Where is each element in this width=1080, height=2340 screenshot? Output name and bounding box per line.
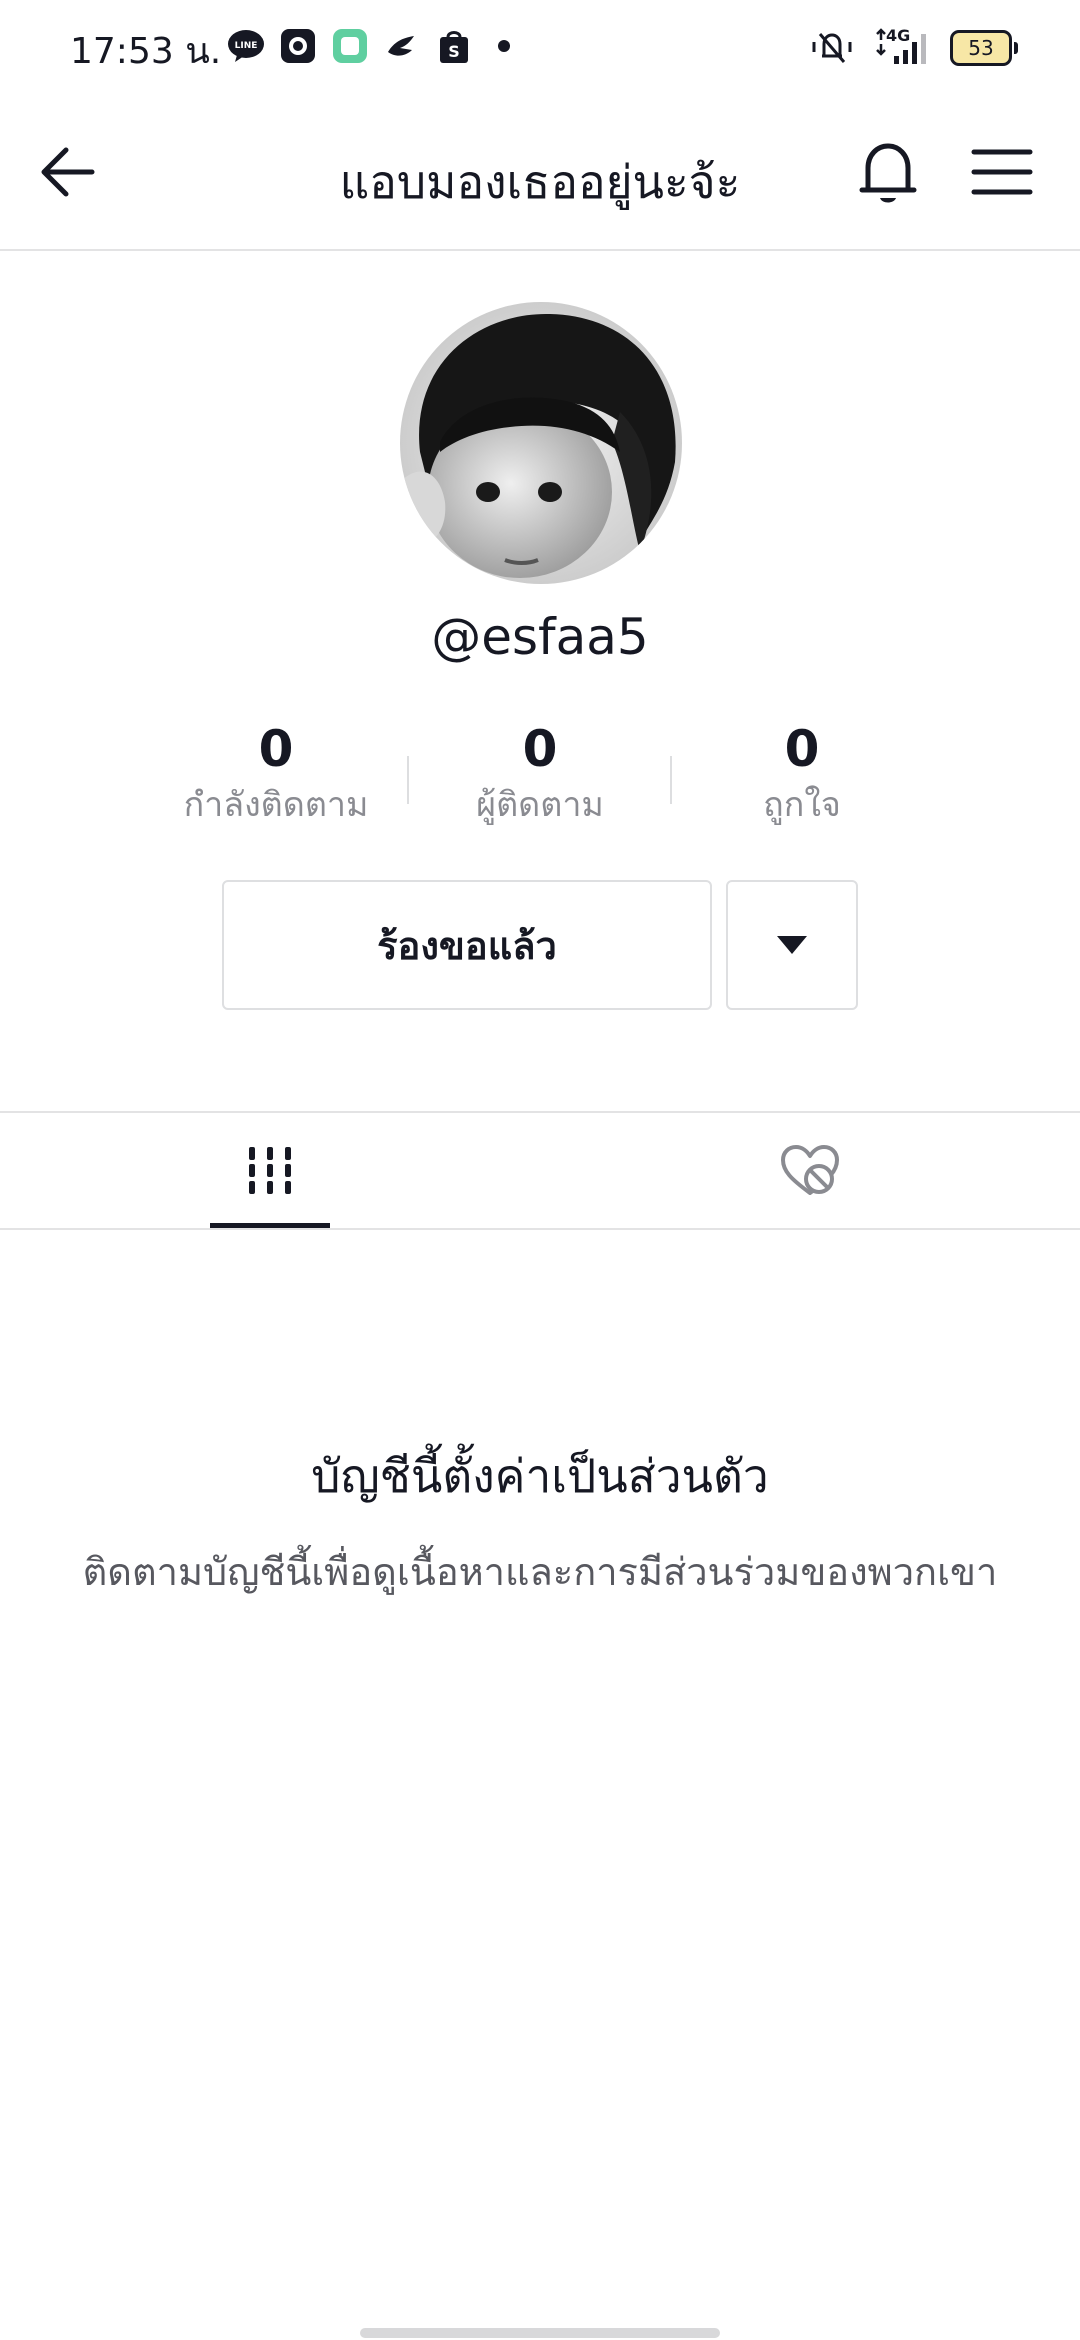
svg-text:LINE: LINE: [235, 41, 258, 51]
stat-divider: [670, 756, 672, 804]
bird-app-icon: [382, 26, 422, 66]
page-title: แอบมองเธออยู่นะจ้ะ: [339, 155, 741, 209]
requested-button[interactable]: ร้องขอแล้ว: [222, 880, 712, 1010]
followers-count: 0: [522, 720, 558, 778]
stat-following[interactable]: 0 กำลังติดตาม: [156, 718, 396, 830]
back-button[interactable]: [36, 140, 100, 204]
line-icon: LINE: [226, 26, 266, 66]
stat-followers[interactable]: 0 ผู้ติดตาม: [420, 718, 660, 830]
following-count: 0: [258, 720, 294, 778]
stat-divider: [407, 756, 409, 804]
svg-text:S: S: [448, 42, 460, 61]
avatar[interactable]: [400, 302, 682, 584]
more-notifications-dot: [498, 40, 510, 52]
caret-down-icon: [777, 936, 807, 954]
signal-4g-icon: 4G: [874, 26, 932, 68]
following-label: กำลังติดตาม: [183, 785, 369, 825]
header-divider: [0, 249, 1080, 251]
camera-app-icon: [278, 26, 318, 66]
shopee-icon: S: [434, 26, 474, 66]
menu-icon: [971, 149, 1033, 195]
likes-count: 0: [784, 720, 820, 778]
notifications-button[interactable]: [856, 138, 920, 210]
tab-liked[interactable]: [540, 1113, 1080, 1229]
suggested-accounts-dropdown-button[interactable]: [726, 880, 858, 1010]
battery-icon: 53: [950, 30, 1018, 66]
private-account-title: บัญชีนี้ตั้งค่าเป็นส่วนตัว: [311, 1449, 769, 1503]
stat-likes: 0 ถูกใจ: [682, 718, 922, 830]
tab-videos[interactable]: [0, 1113, 540, 1229]
vibrate-silent-icon: [808, 26, 856, 70]
menu-button[interactable]: [970, 144, 1034, 200]
videos-grid-icon: [249, 1147, 291, 1194]
likes-label: ถูกใจ: [763, 785, 841, 825]
liked-hidden-icon: [781, 1145, 839, 1195]
status-system-icons: 4G 53: [808, 26, 1018, 70]
home-indicator[interactable]: [360, 2328, 720, 2338]
notes-app-icon: [330, 26, 370, 66]
followers-label: ผู้ติดตาม: [476, 785, 604, 825]
private-account-description: ติดตามบัญชีนี้เพื่อดูเนื้อหาและการมีส่วน…: [82, 1550, 998, 1594]
status-time: 17:53 น.: [70, 31, 222, 72]
status-notification-icons: LINE S: [226, 26, 510, 66]
bell-icon: [859, 143, 917, 203]
tabs-bottom-divider: [0, 1228, 1080, 1230]
back-arrow-icon: [41, 147, 95, 197]
username: @esfaa5: [431, 608, 649, 666]
